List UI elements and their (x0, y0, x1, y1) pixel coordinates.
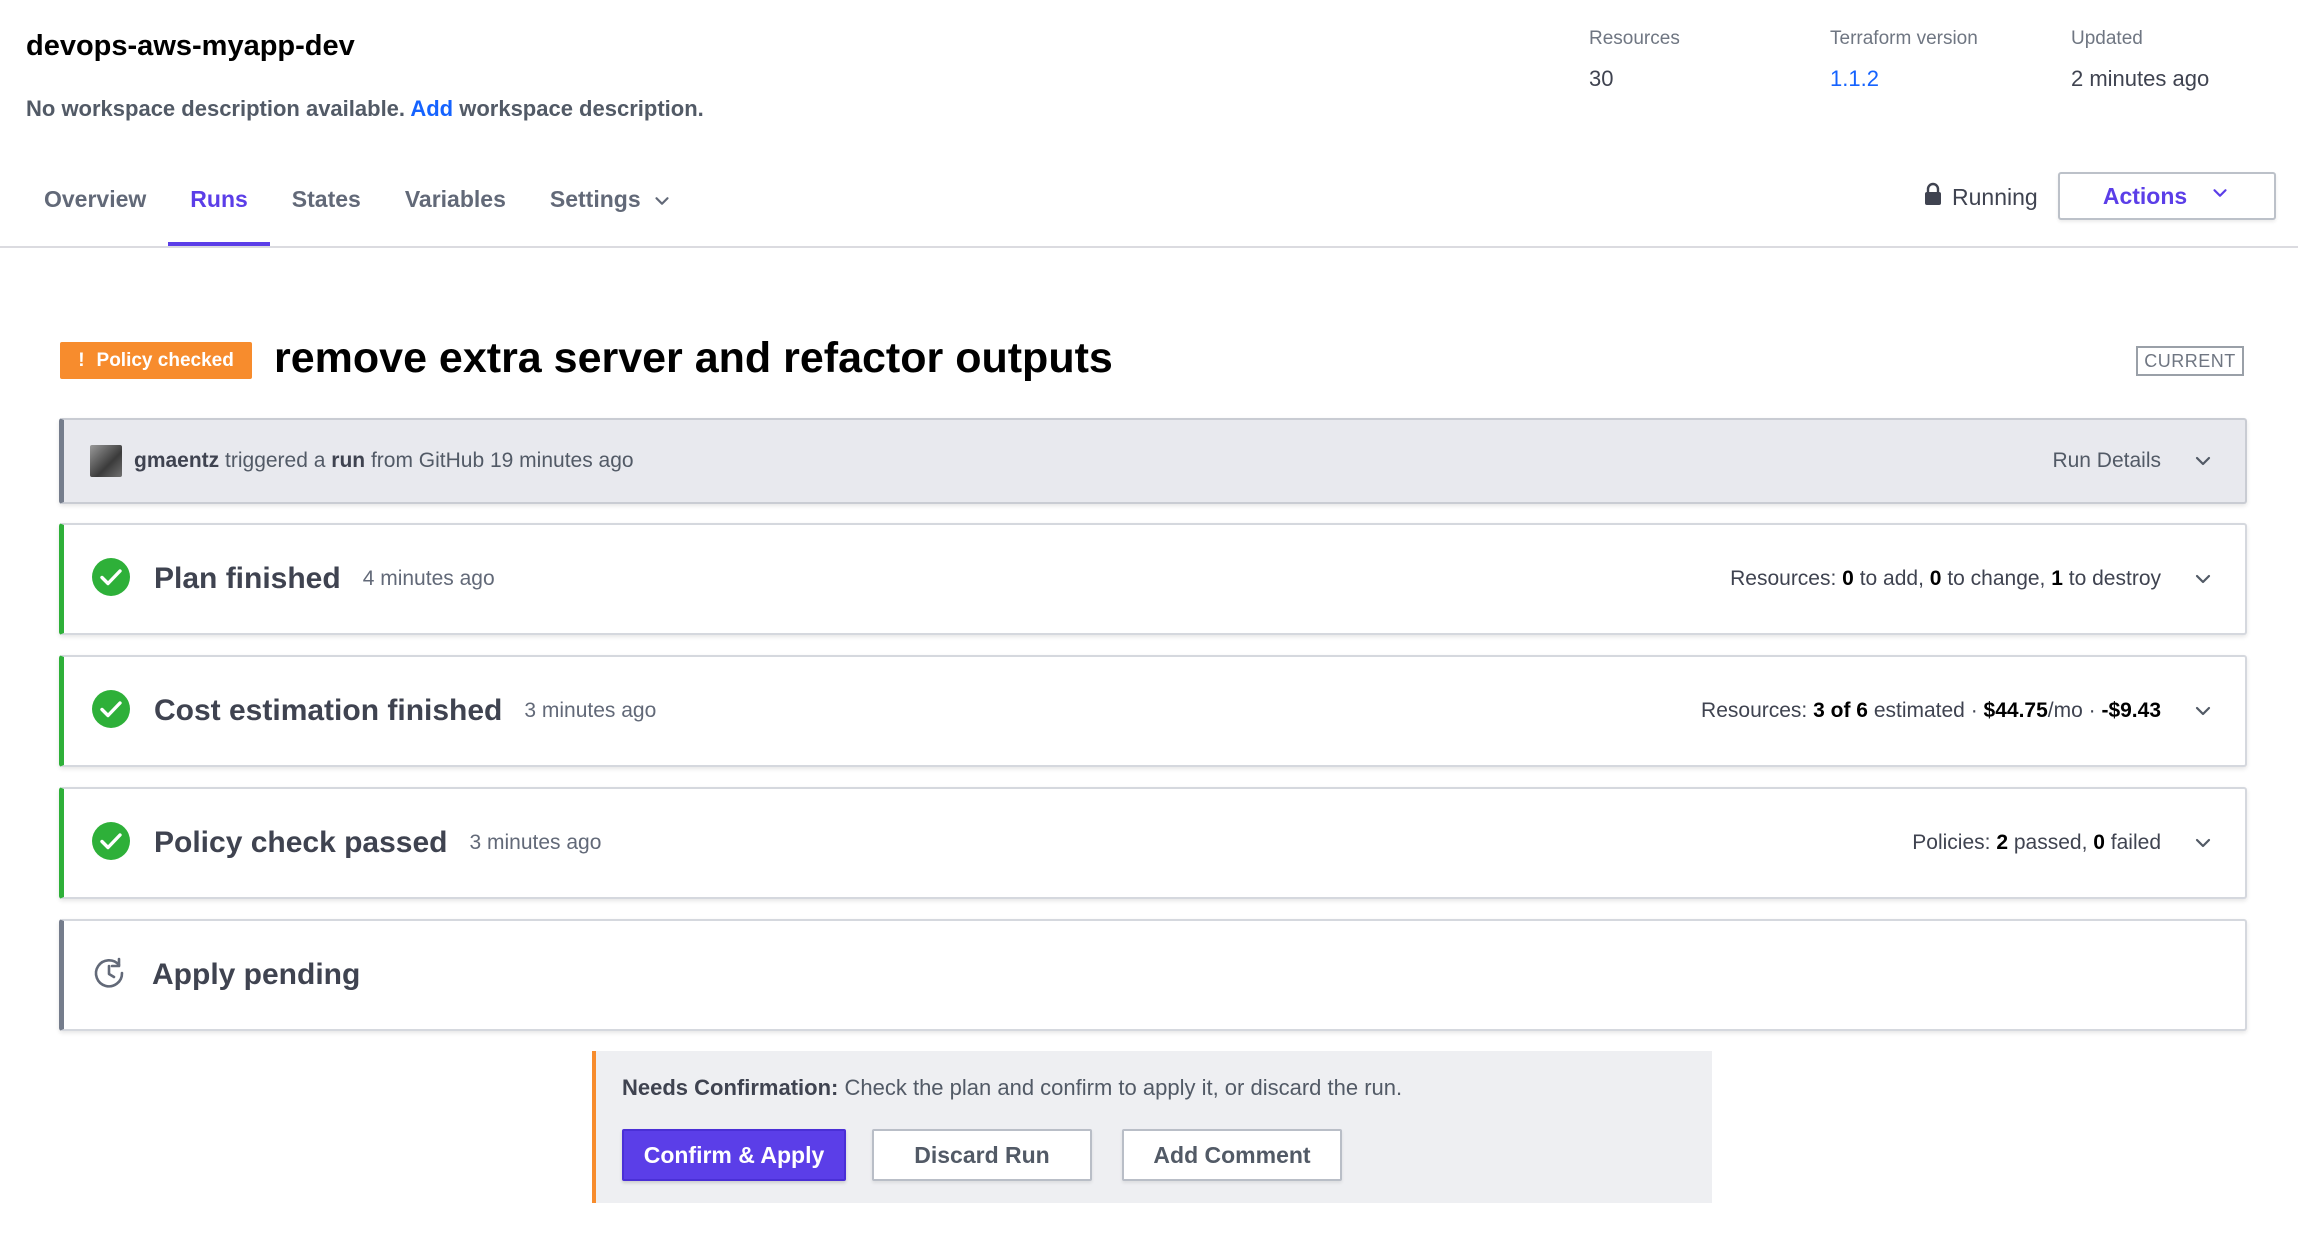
current-badge: CURRENT (2136, 346, 2244, 376)
check-circle-icon (92, 689, 130, 733)
policy-summary: Policies: 2 passed, 0 failed (1912, 831, 2161, 855)
discard-run-button[interactable]: Discard Run (872, 1129, 1092, 1181)
workspace-title: devops-aws-myapp-dev (26, 30, 355, 62)
destroy-text: to destroy (2068, 567, 2161, 590)
stage-title: Apply pending (152, 958, 361, 991)
tab-label: Overview (44, 186, 147, 212)
chevron-down-icon[interactable] (2191, 699, 2215, 723)
change-count: 0 (1929, 567, 1942, 590)
tab-overview[interactable]: Overview (22, 168, 168, 244)
terraform-meta: Terraform version 1.1.2 (1830, 28, 1978, 92)
change-text: to change, (1947, 567, 2046, 590)
trigger-run-word: run (331, 449, 366, 472)
add-count: 0 (1842, 567, 1854, 590)
estimated-text: estimated · (1873, 699, 1978, 722)
workspace-description: No workspace description available. Add … (26, 96, 704, 122)
passed-text: passed, (2013, 831, 2088, 854)
tab-runs[interactable]: Runs (168, 168, 270, 246)
tabs-divider (0, 246, 2298, 248)
stage-time: 3 minutes ago (524, 699, 657, 722)
tab-label: Runs (190, 186, 248, 212)
chevron-down-icon[interactable] (2191, 449, 2215, 473)
passed-count: 2 (1996, 831, 2009, 854)
resources-meta: Resources 30 (1589, 28, 1680, 92)
stage-title: Cost estimation finished (154, 694, 503, 727)
monthly-unit: /mo · (2047, 699, 2096, 722)
add-comment-button[interactable]: Add Comment (1122, 1129, 1342, 1181)
lock-status-label: Running (1952, 183, 2038, 210)
tab-variables[interactable]: Variables (383, 168, 528, 244)
failed-text: failed (2110, 831, 2161, 854)
summary-label: Resources: (1701, 699, 1808, 722)
chevron-down-icon[interactable] (2191, 831, 2215, 855)
apply-stage-card: Apply pending (59, 919, 2247, 1031)
cost-estimation-stage-card[interactable]: Cost estimation finished 3 minutes ago R… (59, 655, 2247, 767)
stage-title: Plan finished (154, 562, 341, 595)
chevron-down-icon (2209, 182, 2231, 210)
monthly-cost: $44.75 (1983, 699, 2048, 722)
check-circle-icon (92, 821, 130, 865)
destroy-count: 1 (2051, 567, 2063, 590)
tab-states[interactable]: States (270, 168, 383, 244)
failed-count: 0 (2093, 831, 2105, 854)
confirm-apply-button[interactable]: Confirm & Apply (622, 1129, 846, 1181)
updated-label: Updated (2071, 28, 2143, 49)
tab-label: States (291, 186, 361, 212)
summary-label: Resources: (1730, 567, 1837, 590)
updated-meta: Updated 2 minutes ago (2071, 28, 2209, 92)
run-title: remove extra server and refactor outputs (274, 334, 1113, 382)
confirmation-heading: Needs Confirmation: (622, 1075, 839, 1100)
stage-title: Policy check passed (154, 826, 448, 859)
add-description-link[interactable]: Add (410, 96, 453, 121)
pending-clock-icon (92, 956, 126, 995)
actions-dropdown-button[interactable]: Actions (2058, 172, 2276, 220)
stage-time: 4 minutes ago (362, 567, 495, 590)
needs-confirmation-panel: Needs Confirmation: Check the plan and c… (592, 1051, 1712, 1203)
resources-value: 30 (1589, 66, 1614, 91)
plan-stage-card[interactable]: Plan finished 4 minutes ago Resources: 0… (59, 523, 2247, 635)
resources-label: Resources (1589, 28, 1680, 49)
check-circle-icon (92, 557, 130, 601)
confirmation-message: Needs Confirmation: Check the plan and c… (622, 1075, 1402, 1101)
lock-icon (1924, 182, 1942, 212)
exclamation-icon: ! (78, 349, 85, 371)
cost-delta: -$9.43 (2101, 699, 2161, 722)
tab-settings[interactable]: Settings (528, 168, 695, 244)
description-suffix: workspace description. (459, 96, 704, 121)
policy-check-stage-card[interactable]: Policy check passed 3 minutes ago Polici… (59, 787, 2247, 899)
add-text: to add, (1859, 567, 1924, 590)
avatar (90, 445, 122, 477)
chevron-down-icon[interactable] (2191, 567, 2215, 591)
summary-label: Policies: (1912, 831, 1991, 854)
chevron-down-icon (651, 186, 673, 218)
run-details-label[interactable]: Run Details (2052, 449, 2161, 473)
terraform-label: Terraform version (1830, 28, 1978, 49)
trigger-user: gmaentz (134, 449, 220, 472)
workspace-tabs: Overview Runs States Variables Settings (22, 168, 695, 246)
updated-value: 2 minutes ago (2071, 66, 2210, 91)
description-prefix: No workspace description available. (26, 96, 406, 121)
plan-summary: Resources: 0 to add, 0 to change, 1 to d… (1730, 567, 2161, 591)
actions-label: Actions (2102, 182, 2188, 209)
terraform-version-link[interactable]: 1.1.2 (1830, 66, 1978, 92)
run-lock-status: Running (1924, 182, 2038, 212)
tab-label: Variables (404, 186, 506, 212)
stage-time: 3 minutes ago (469, 831, 602, 854)
run-trigger-card[interactable]: gmaentz triggered a run from GitHub 19 m… (59, 418, 2247, 504)
cost-summary: Resources: 3 of 6 estimated · $44.75/mo … (1701, 699, 2161, 723)
tab-label: Settings (549, 186, 641, 212)
trigger-text: triggered a (225, 449, 326, 472)
policy-checked-badge: ! Policy checked (60, 342, 252, 379)
badge-label: Policy checked (96, 349, 234, 371)
estimated-count: 3 of 6 (1813, 699, 1868, 722)
trigger-source: from GitHub 19 minutes ago (370, 449, 634, 472)
confirmation-body: Check the plan and confirm to apply it, … (844, 1075, 1403, 1100)
